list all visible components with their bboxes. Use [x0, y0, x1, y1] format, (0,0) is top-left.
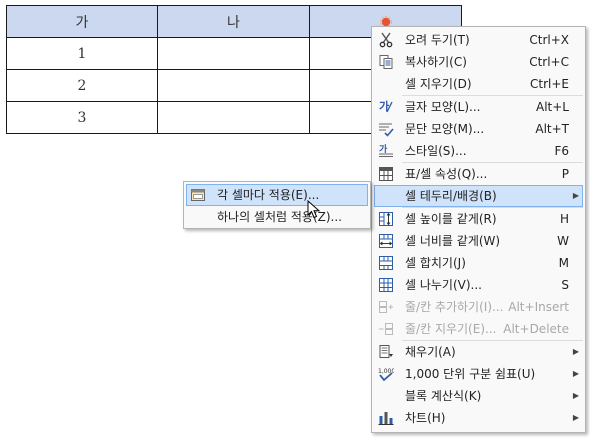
- thousands-separator-icon: 1,000: [378, 366, 395, 382]
- table-cell[interactable]: 나: [157, 5, 310, 38]
- menu-item[interactable]: 표/셀 속성(Q)... P: [372, 163, 585, 185]
- menu-item[interactable]: 1,000 1,000 단위 구분 쉼표(U) ▶: [372, 363, 585, 385]
- menu-item-shortcut: Ctrl+X: [529, 33, 569, 47]
- menu-item[interactable]: 셀 높이를 같게(R) H: [372, 208, 585, 230]
- cell-border-submenu: 각 셀마다 적용(E)... 하나의 셀처럼 적용(Z)...: [183, 181, 371, 229]
- menu-item-label: 셀 나누기(V)...: [405, 278, 482, 292]
- table-cell[interactable]: 가: [6, 5, 158, 38]
- menu-item-shortcut: S: [561, 278, 569, 292]
- menu-item[interactable]: 셀 지우기(D) Ctrl+E: [372, 73, 585, 95]
- menu-item-shortcut: Ctrl+E: [530, 77, 569, 91]
- menu-item[interactable]: 복사하기(C) Ctrl+C: [372, 51, 585, 73]
- menu-item-label: 문단 모양(M)...: [405, 122, 485, 136]
- menu-item[interactable]: 가 스타일(S)... F6: [372, 140, 585, 162]
- menu-item-shortcut: P: [561, 167, 569, 181]
- equal-width-icon: [378, 233, 394, 249]
- fill-icon: [378, 344, 394, 360]
- menu-item[interactable]: 가 글자 모양(L)... Alt+L: [372, 96, 585, 118]
- svg-text:가: 가: [379, 143, 388, 155]
- menu-item-label: 복사하기(C): [405, 55, 467, 69]
- table-properties-icon: [378, 166, 394, 182]
- menu-item-label: 셀 테두리/배경(B): [405, 189, 497, 203]
- menu-item[interactable]: 채우기(A) ▶: [372, 341, 585, 363]
- menu-item-label: 셀 너비를 같게(W): [405, 234, 501, 248]
- table-cell[interactable]: [157, 69, 310, 102]
- menu-item-label: 하나의 셀처럼 적용(Z)...: [217, 210, 342, 224]
- menu-item[interactable]: 하나의 셀처럼 적용(Z)...: [184, 206, 370, 228]
- menu-item-label: 스타일(S)...: [405, 144, 467, 158]
- merge-cells-icon: [378, 255, 394, 271]
- submenu-arrow-icon: ▶: [572, 391, 579, 400]
- menu-item[interactable]: 셀 나누기(V)... S: [372, 274, 585, 296]
- submenu-arrow-icon: ▶: [572, 347, 579, 356]
- menu-item-label: 오려 두기(T): [405, 33, 470, 47]
- menu-item-shortcut: M: [558, 256, 569, 270]
- menu-item-label: 셀 합치기(J): [405, 256, 466, 270]
- font-shape-icon: 가: [378, 99, 394, 115]
- style-icon: 가: [378, 143, 394, 159]
- table-cell[interactable]: [157, 101, 310, 134]
- menu-item-label: 블록 계산식(K): [405, 389, 482, 403]
- menu-item[interactable]: 블록 계산식(K) ▶: [372, 385, 585, 407]
- submenu-arrow-icon: ▶: [572, 191, 579, 200]
- menu-item-label: 글자 모양(L)...: [405, 100, 481, 114]
- menu-item-shortcut: F6: [554, 144, 569, 158]
- equal-height-icon: [378, 211, 394, 227]
- menu-item[interactable]: 셀 합치기(J) M: [372, 252, 585, 274]
- submenu-arrow-icon: ▶: [572, 369, 579, 378]
- scissors-icon: [378, 32, 394, 48]
- submenu-arrow-icon: ▶: [572, 413, 579, 422]
- menu-item-shortcut: Ctrl+C: [529, 55, 569, 69]
- menu-item-shortcut: H: [559, 212, 569, 226]
- menu-item[interactable]: 문단 모양(M)... Alt+T: [372, 118, 585, 140]
- menu-item-label: 채우기(A): [405, 345, 456, 359]
- mouse-cursor-icon: [307, 200, 321, 219]
- menu-item-label: 셀 지우기(D): [405, 77, 472, 91]
- menu-item-shortcut: Alt+T: [535, 122, 569, 136]
- menu-item-label: 1,000 단위 구분 쉼표(U): [405, 367, 536, 381]
- menu-item[interactable]: 각 셀마다 적용(E)...: [186, 184, 368, 206]
- menu-item[interactable]: 셀 너비를 같게(W) W: [372, 230, 585, 252]
- insert-row-col-icon: [378, 299, 394, 315]
- cell-each-icon: [190, 187, 206, 203]
- menu-item-shortcut: Alt+Insert: [508, 300, 569, 314]
- delete-row-col-icon: [378, 321, 394, 337]
- menu-item: 줄/칸 지우기(E)... Alt+Delete: [372, 318, 585, 340]
- table-cell[interactable]: 1: [6, 37, 158, 70]
- menu-item-shortcut: W: [557, 234, 569, 248]
- paragraph-shape-icon: [378, 121, 394, 137]
- copy-icon: [378, 54, 394, 70]
- menu-item-label: 표/셀 속성(Q)...: [405, 167, 488, 181]
- menu-item-shortcut: Alt+L: [536, 100, 569, 114]
- menu-item-label: 줄/칸 추가하기(I)...: [405, 300, 504, 314]
- menu-item[interactable]: 셀 테두리/배경(B) ▶: [374, 185, 583, 207]
- split-cells-icon: [378, 277, 394, 293]
- menu-item-shortcut: Alt+Delete: [503, 322, 569, 336]
- menu-item-label: 셀 높이를 같게(R): [405, 212, 497, 226]
- menu-item-label: 줄/칸 지우기(E)...: [405, 322, 497, 336]
- table-cell[interactable]: 3: [6, 101, 158, 134]
- menu-item-label: 각 셀마다 적용(E)...: [217, 188, 320, 202]
- menu-item: 줄/칸 추가하기(I)... Alt+Insert: [372, 296, 585, 318]
- table-cell[interactable]: 2: [6, 69, 158, 102]
- menu-item[interactable]: 차트(H) ▶: [372, 407, 585, 429]
- menu-item[interactable]: 오려 두기(T) Ctrl+X: [372, 29, 585, 51]
- context-menu: 오려 두기(T) Ctrl+X 복사하기(C) Ctrl+C 셀 지우기(D) Ctrl+…: [371, 26, 586, 433]
- table-cell[interactable]: [157, 37, 310, 70]
- menu-item-label: 차트(H): [405, 411, 446, 425]
- chart-icon: [378, 410, 394, 426]
